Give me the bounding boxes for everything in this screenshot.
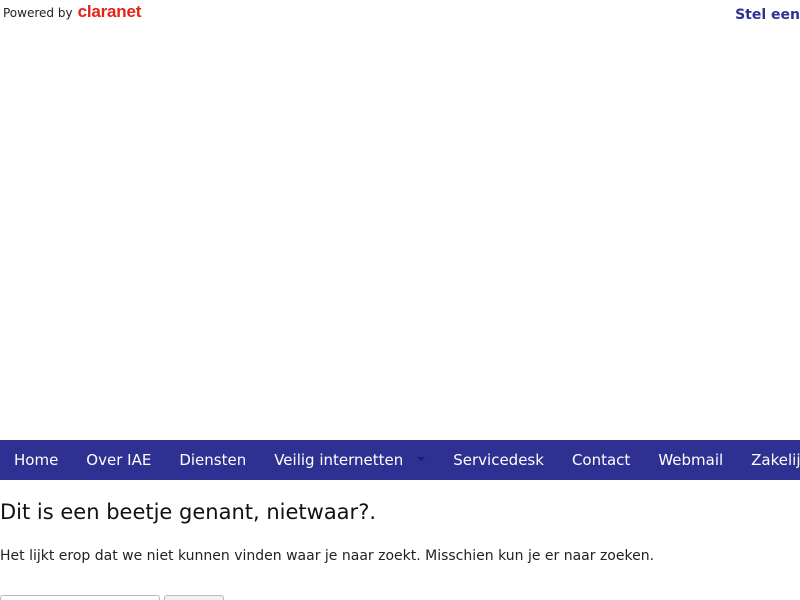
ask-question-link[interactable]: Stel een	[735, 7, 800, 23]
nav-item-home[interactable]: Home	[0, 440, 72, 480]
powered-by-text: Powered by	[3, 6, 73, 20]
claranet-logo: claranet	[77, 2, 142, 21]
nav-item-contact[interactable]: Contact	[558, 440, 644, 480]
page: Powered by claranet Stel een Home Over I…	[0, 0, 800, 600]
not-found-message: Het lijkt erop dat we niet kunnen vinden…	[0, 548, 655, 564]
page-title: Dit is een beetje genant, nietwaar?.	[0, 500, 377, 524]
search-form	[0, 595, 224, 600]
nav-item-zakelijk[interactable]: Zakelijk	[737, 440, 800, 480]
nav-item-servicedesk[interactable]: Servicedesk	[439, 440, 558, 480]
top-bar: Powered by claranet Stel een	[0, 0, 800, 30]
main-content: Dit is een beetje genant, nietwaar?. Het…	[0, 496, 800, 566]
nav-item-label: Veilig internetten	[274, 451, 404, 469]
nav-item-over-iae[interactable]: Over IAE	[72, 440, 165, 480]
caret-down-icon	[417, 457, 426, 461]
search-input[interactable]	[0, 595, 160, 600]
search-button[interactable]	[164, 595, 224, 600]
powered-by-claranet-link[interactable]: Powered by claranet	[3, 3, 141, 20]
nav-item-veilig-internetten[interactable]: Veilig internetten	[260, 440, 439, 480]
main-navigation: Home Over IAE Diensten Veilig internette…	[0, 440, 800, 480]
nav-item-diensten[interactable]: Diensten	[165, 440, 260, 480]
nav-item-webmail[interactable]: Webmail	[644, 440, 737, 480]
